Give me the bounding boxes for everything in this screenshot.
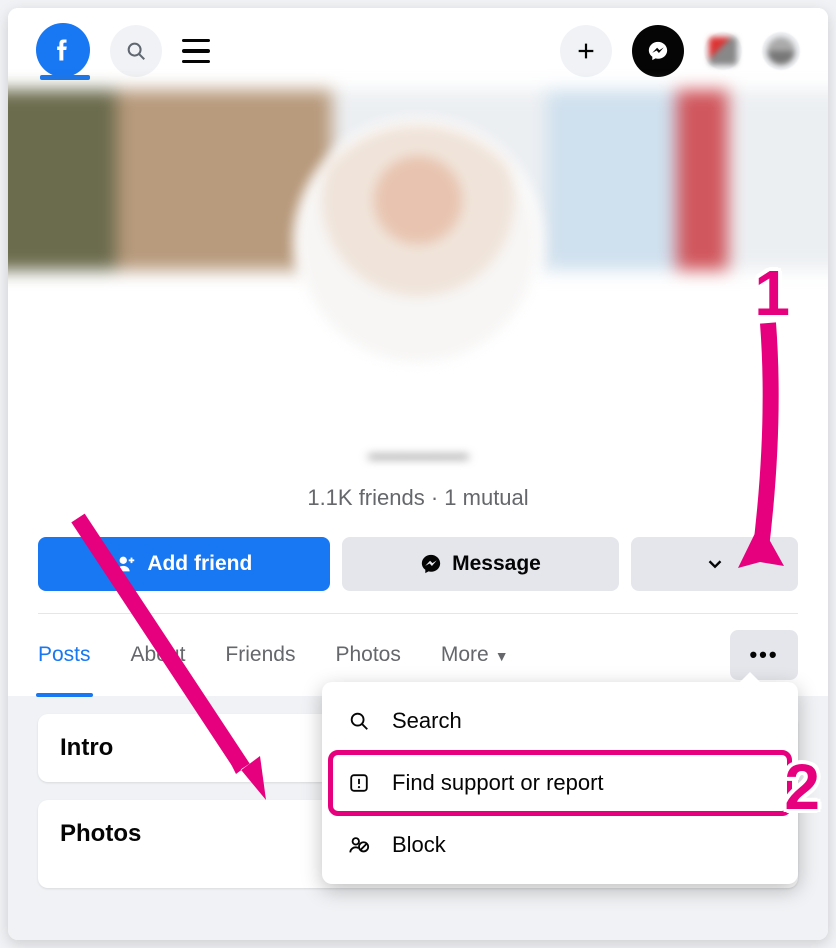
app-frame: ——— 1.1K friends · 1 mutual Add friend M… (8, 8, 828, 940)
search-icon (344, 710, 374, 732)
message-label: Message (452, 552, 541, 576)
profile-name: ——— (8, 436, 828, 475)
menu-block[interactable]: Block (330, 814, 790, 876)
facebook-logo[interactable] (36, 23, 90, 80)
top-bar (8, 8, 828, 94)
menu-search-label: Search (392, 708, 462, 734)
search-button[interactable] (110, 25, 162, 77)
block-icon (344, 834, 374, 856)
tab-about[interactable]: About (131, 643, 186, 667)
ellipsis-dropdown: Search Find support or report Block (322, 682, 798, 884)
tab-posts[interactable]: Posts (38, 643, 91, 667)
add-friend-label: Add friend (147, 552, 252, 576)
messenger-button[interactable] (632, 25, 684, 77)
tab-more-label: More (441, 643, 489, 666)
tab-friends[interactable]: Friends (225, 643, 295, 667)
menu-report-label: Find support or report (392, 770, 604, 796)
messenger-icon (420, 553, 442, 575)
add-friend-button[interactable]: Add friend (38, 537, 330, 591)
account-avatar[interactable] (762, 32, 800, 70)
report-icon (344, 772, 374, 794)
create-button[interactable] (560, 25, 612, 77)
add-friend-icon (115, 553, 137, 575)
profile-avatar[interactable] (293, 118, 543, 368)
menu-button[interactable] (182, 39, 210, 64)
annotation-step-2: 2 (784, 750, 820, 824)
profile-actions: Add friend Message (8, 511, 828, 613)
tab-more[interactable]: More▼ (441, 643, 509, 667)
friends-count: 1.1K friends · 1 mutual (8, 485, 828, 511)
annotation-step-1: 1 (754, 256, 790, 330)
message-button[interactable]: Message (342, 537, 620, 591)
menu-find-support-or-report[interactable]: Find support or report (330, 752, 790, 814)
more-actions-button[interactable] (631, 537, 798, 591)
chevron-down-icon (704, 553, 726, 575)
notifications-button[interactable] (704, 32, 742, 70)
menu-block-label: Block (392, 832, 446, 858)
menu-search[interactable]: Search (330, 690, 790, 752)
tab-photos[interactable]: Photos (335, 643, 400, 667)
